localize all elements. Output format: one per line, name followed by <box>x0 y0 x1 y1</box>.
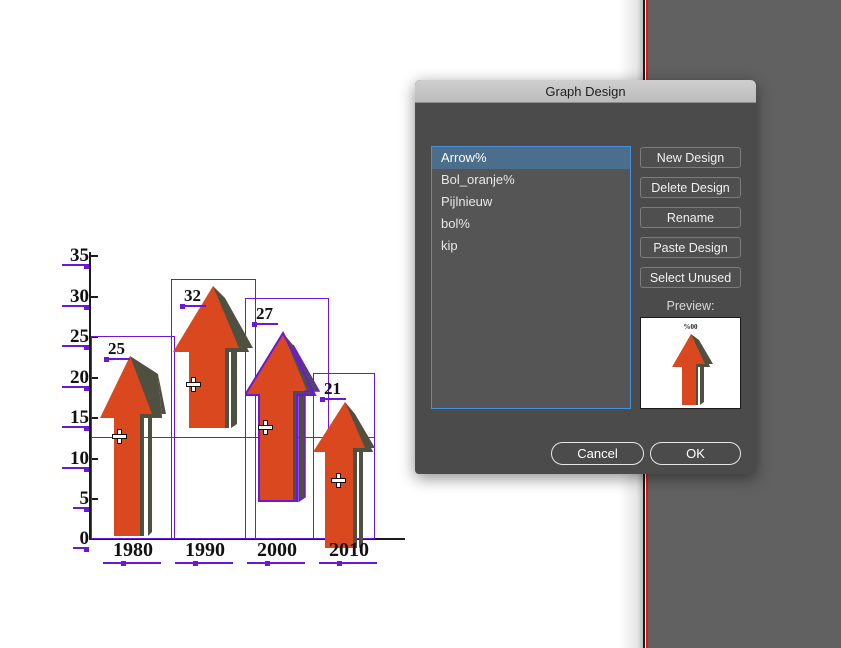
list-item-pijlnieuw[interactable]: Pijlnieuw <box>432 191 630 213</box>
y-tick-10 <box>91 458 98 460</box>
preview-label: Preview: <box>666 299 715 313</box>
value-label-1980: 25 <box>108 339 125 358</box>
dialog-titlebar[interactable]: Graph Design <box>415 80 756 103</box>
select-unused-button[interactable]: Select Unused <box>640 267 741 288</box>
x-underline-1990 <box>175 562 233 564</box>
value-underline-1980 <box>106 358 130 360</box>
x-anchor-dot-1990 <box>193 561 198 566</box>
y-anchor-dot-0 <box>84 547 89 552</box>
value-anchor-dot-1990 <box>180 304 185 309</box>
dialog-title: Graph Design <box>545 83 626 99</box>
y-tick-25 <box>91 336 98 338</box>
ok-button[interactable]: OK <box>650 442 741 465</box>
y-anchor-dot-5 <box>84 507 89 512</box>
y-anchor-dot-30 <box>84 305 89 310</box>
y-anchor-dot-35 <box>84 264 89 269</box>
y-anchor-dot-15 <box>84 426 89 431</box>
rename-button[interactable]: Rename <box>640 207 741 228</box>
preview-arrow-icon <box>672 334 713 405</box>
design-list[interactable]: Arrow% Bol_oranje% Pijlnieuw bol% kip <box>431 146 631 409</box>
y-axis-label-10: 10 <box>70 448 89 469</box>
x-axis-label-1980: 1980 <box>113 539 153 561</box>
x-axis-label-1990: 1990 <box>185 539 225 561</box>
x-underline-1980 <box>103 562 161 564</box>
value-anchor-dot-1980 <box>104 357 109 362</box>
center-marker-1980 <box>113 430 126 443</box>
x-anchor-dot-1980 <box>121 561 126 566</box>
preview-box: %00 <box>640 317 741 409</box>
y-tick-35 <box>91 255 98 257</box>
center-marker-2010 <box>332 474 345 487</box>
y-axis-label-25: 25 <box>70 326 89 347</box>
arrow-shape-1980 <box>100 356 166 536</box>
paste-design-button[interactable]: Paste Design <box>640 237 741 258</box>
y-anchor-dot-25 <box>84 345 89 350</box>
y-tick-5 <box>91 498 98 500</box>
x-anchor-dot-2010 <box>337 561 342 566</box>
y-tick-20 <box>91 377 98 379</box>
y-anchor-dot-20 <box>84 386 89 391</box>
list-item-bol[interactable]: bol% <box>432 213 630 235</box>
value-underline-1990 <box>182 305 206 307</box>
value-anchor-dot-2000 <box>252 322 257 327</box>
cancel-button[interactable]: Cancel <box>551 442 644 465</box>
value-underline-2010 <box>322 398 346 400</box>
value-underline-2000 <box>254 323 278 325</box>
graph-design-dialog[interactable]: Graph Design Arrow% Bol_oranje% Pijlnieu… <box>415 80 756 474</box>
list-item-kip[interactable]: kip <box>432 235 630 257</box>
y-anchor-dot-10 <box>84 467 89 472</box>
list-item-arrow[interactable]: Arrow% <box>432 147 630 169</box>
value-label-2010: 21 <box>324 379 341 398</box>
y-tick-30 <box>91 296 98 298</box>
center-marker-1990 <box>187 378 200 391</box>
y-axis-label-15: 15 <box>70 407 89 428</box>
y-axis-label-20: 20 <box>70 367 89 388</box>
x-anchor-dot-2000 <box>265 561 270 566</box>
arrow-graphic-2010[interactable] <box>313 400 379 550</box>
dialog-body: Arrow% Bol_oranje% Pijlnieuw bol% kip Ne… <box>415 103 756 474</box>
y-axis-label-30: 30 <box>70 286 89 307</box>
value-anchor-dot-2010 <box>320 397 325 402</box>
x-axis-label-2010: 2010 <box>329 539 369 561</box>
y-axis-label-5: 5 <box>79 488 90 509</box>
arrow-shape-2010 <box>313 402 375 548</box>
y-axis-label-35: 35 <box>70 245 89 266</box>
value-label-1990: 32 <box>184 286 201 305</box>
graph-artwork[interactable]: 35 30 25 20 15 10 5 0 25 32 27 21 1980 1… <box>60 240 405 566</box>
y-tick-15 <box>91 417 98 419</box>
center-marker-2000 <box>259 421 272 434</box>
x-underline-2000 <box>247 562 305 564</box>
value-label-2000: 27 <box>256 304 273 323</box>
x-underline-2010 <box>319 562 377 564</box>
delete-design-button[interactable]: Delete Design <box>640 177 741 198</box>
list-item-bol-oranje[interactable]: Bol_oranje% <box>432 169 630 191</box>
arrow-graphic-1980[interactable] <box>100 352 170 539</box>
y-axis-label-0: 0 <box>79 528 90 549</box>
x-axis-label-2000: 2000 <box>257 539 297 561</box>
new-design-button[interactable]: New Design <box>640 147 741 168</box>
y-tick-0 <box>91 538 98 540</box>
